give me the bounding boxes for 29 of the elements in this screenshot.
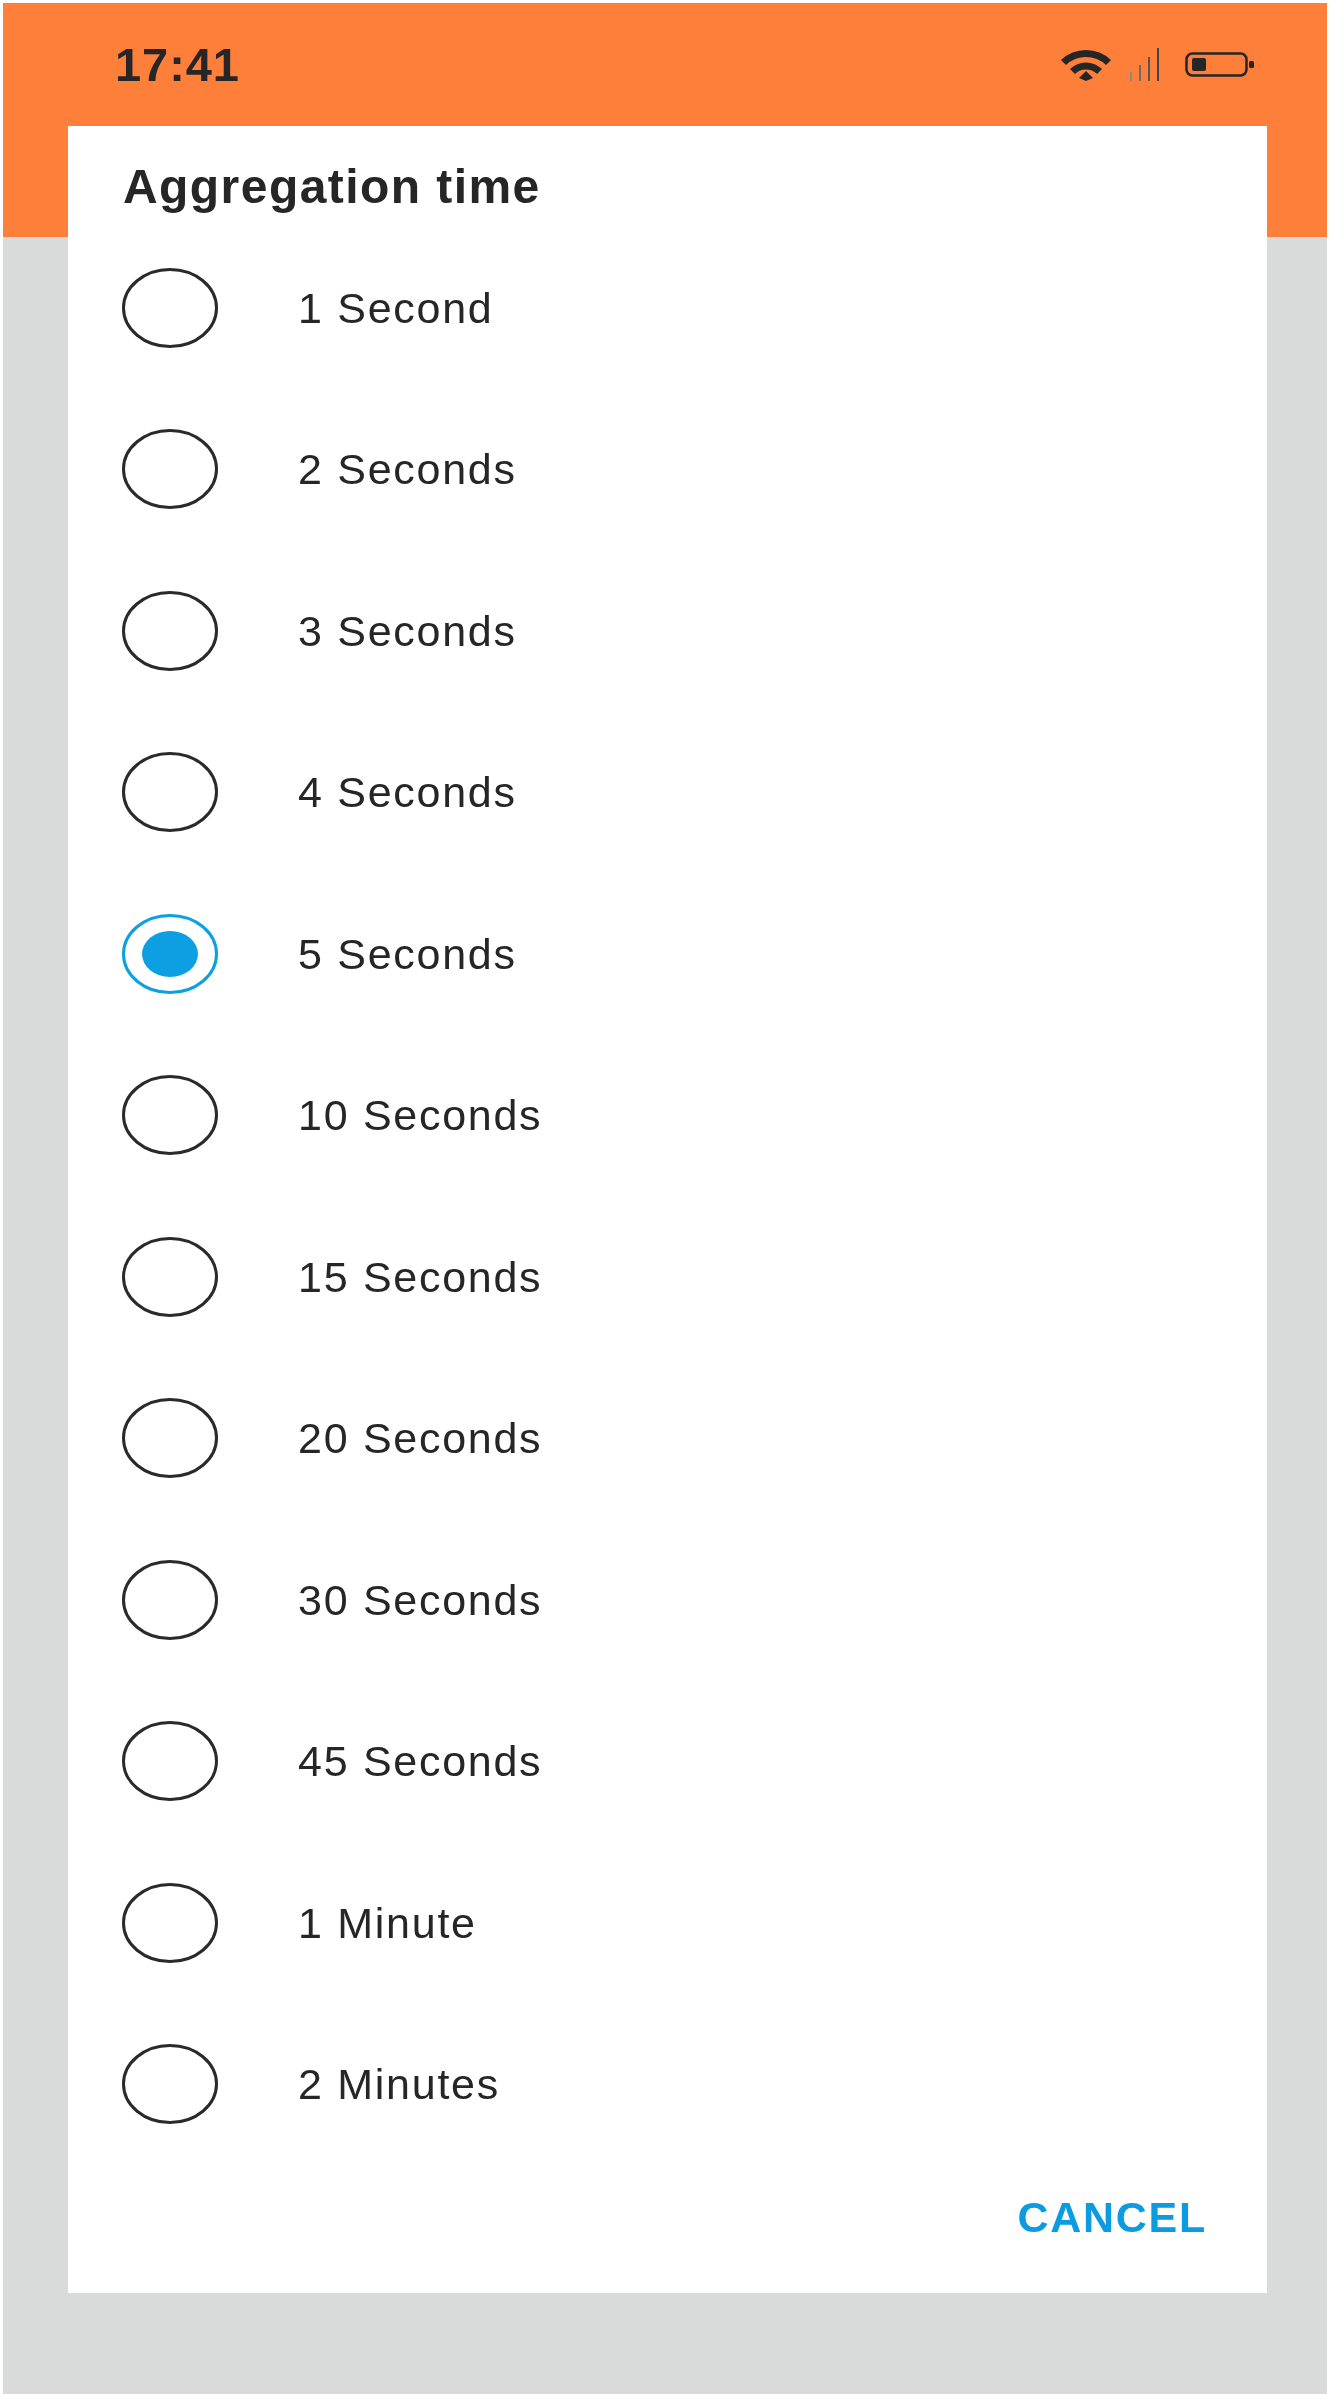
wifi-icon <box>1060 48 1112 81</box>
option-label[interactable]: 2 Minutes <box>298 2058 500 2111</box>
radio-button[interactable] <box>122 1721 218 1802</box>
option-label[interactable]: 10 Seconds <box>298 1089 543 1142</box>
radio-button[interactable] <box>122 267 218 348</box>
option-label[interactable]: 15 Seconds <box>298 1250 543 1303</box>
signal-icon <box>1129 48 1160 81</box>
option-label[interactable]: 20 Seconds <box>298 1412 543 1465</box>
dialog-title: Aggregation time <box>122 159 542 215</box>
radio-button[interactable] <box>122 1559 218 1640</box>
radio-button[interactable] <box>122 1075 218 1156</box>
option-label[interactable]: 30 Seconds <box>298 1573 543 1626</box>
battery-icon <box>1185 52 1254 77</box>
radio-button[interactable] <box>122 590 218 671</box>
radio-button[interactable] <box>122 1236 218 1317</box>
radio-button[interactable] <box>122 752 218 833</box>
option-label[interactable]: 2 Seconds <box>298 443 517 496</box>
radio-button[interactable] <box>122 429 218 510</box>
radio-button[interactable] <box>122 1882 218 1963</box>
option-label[interactable]: 45 Seconds <box>298 1735 543 1788</box>
option-label[interactable]: 5 Seconds <box>298 927 517 980</box>
radio-button[interactable] <box>122 913 218 994</box>
option-label[interactable]: 1 Second <box>298 281 494 334</box>
status-time: 17:41 <box>115 41 240 88</box>
radio-button[interactable] <box>122 1398 218 1479</box>
radio-button[interactable] <box>122 2044 218 2125</box>
option-label[interactable]: 4 Seconds <box>298 766 517 819</box>
option-label[interactable]: 1 Minute <box>298 1896 477 1949</box>
option-label[interactable]: 3 Seconds <box>298 604 517 657</box>
